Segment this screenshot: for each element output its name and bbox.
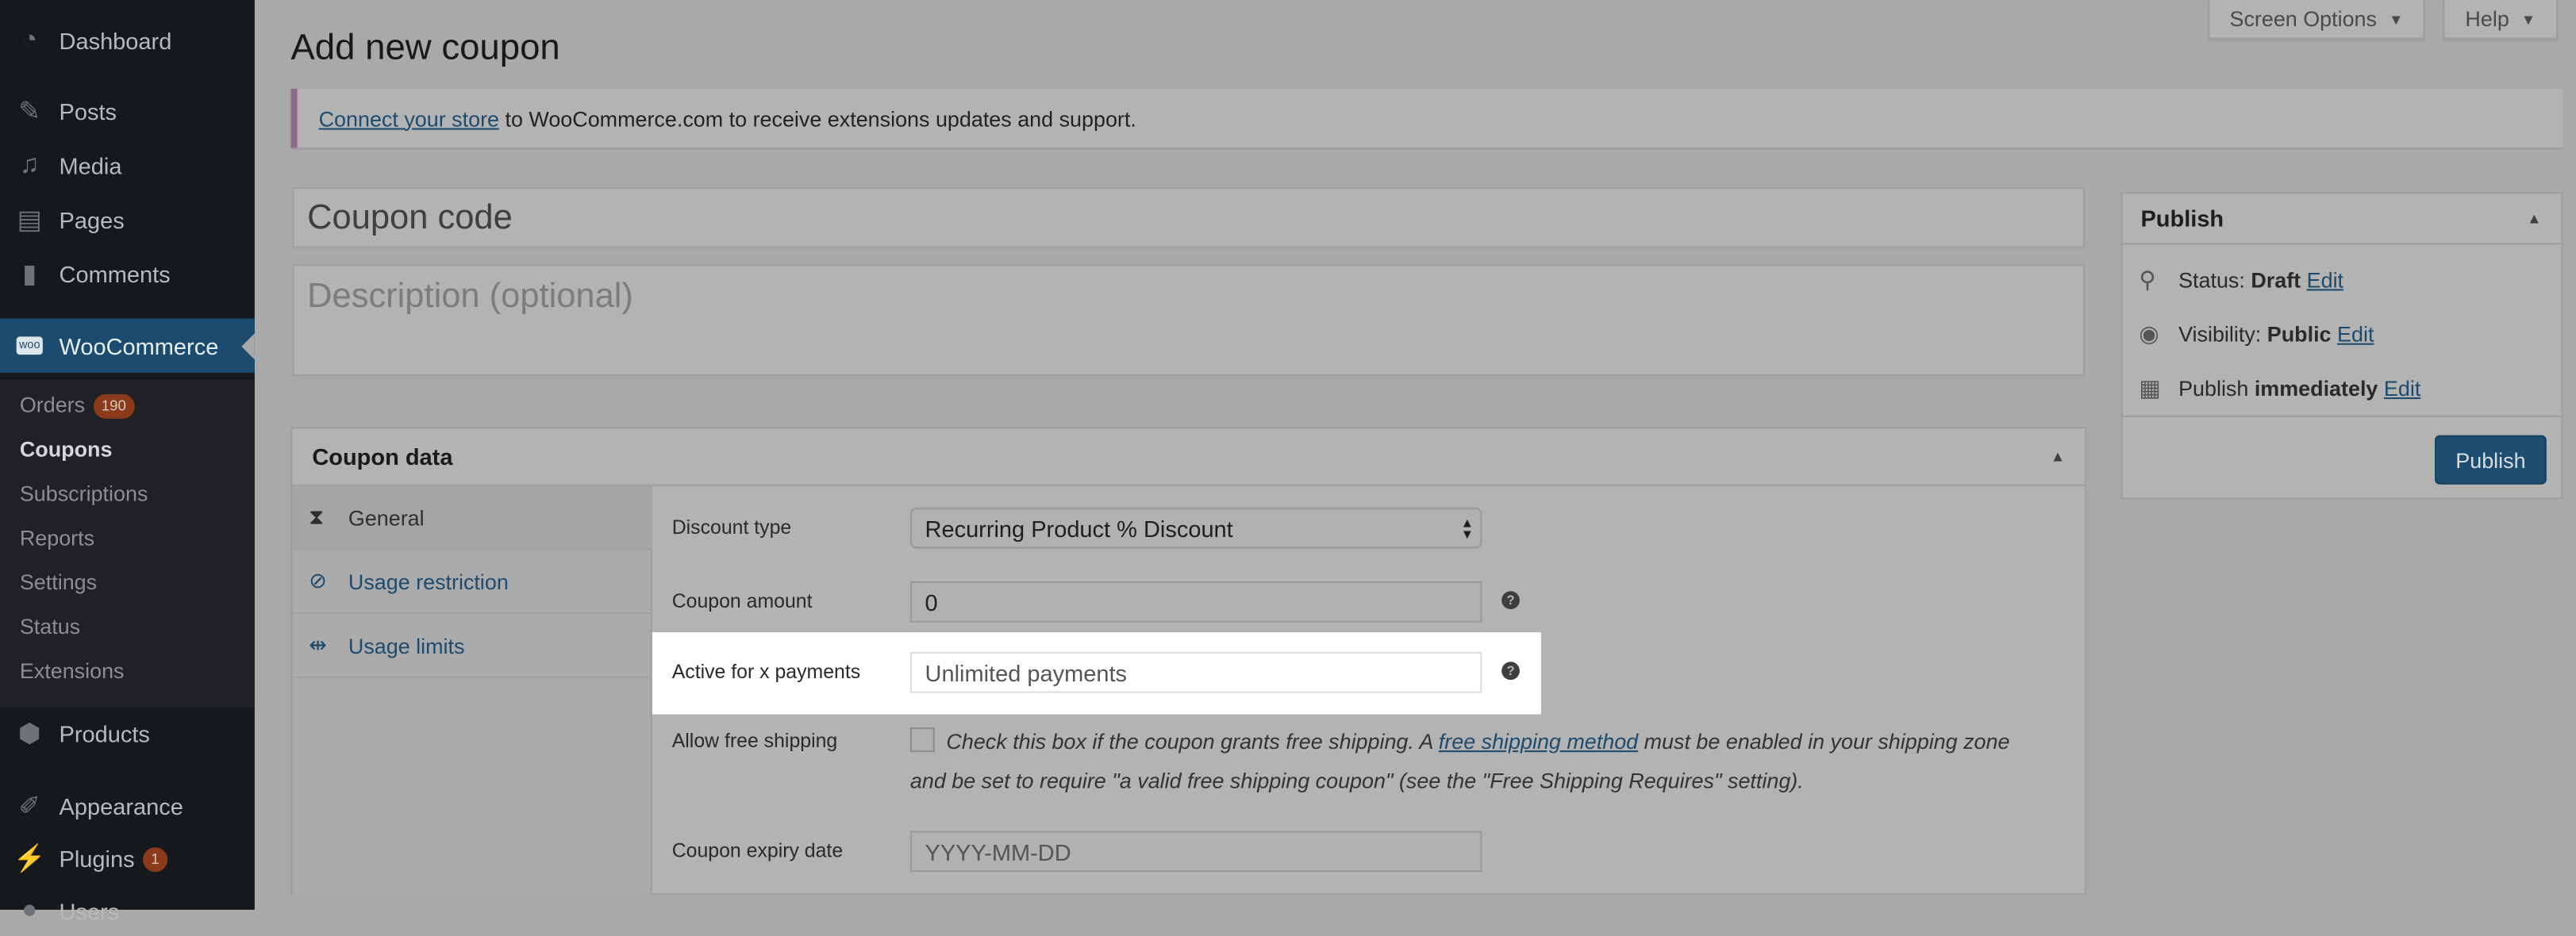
edit-status-link[interactable]: Edit: [2307, 267, 2343, 292]
edit-schedule-link[interactable]: Edit: [2384, 376, 2420, 401]
screen-options-button[interactable]: Screen Options ▼: [2208, 0, 2425, 40]
pin-icon: ✎: [18, 98, 41, 127]
submenu-settings[interactable]: Settings: [20, 566, 97, 599]
help-icon[interactable]: ?: [1501, 591, 1520, 610]
menu-dashboard[interactable]: ◔ Dashboard: [0, 17, 255, 66]
description-textarea[interactable]: Description (optional): [292, 264, 2086, 377]
edit-visibility-link[interactable]: Edit: [2337, 322, 2374, 347]
menu-products[interactable]: ⬢ Products: [0, 709, 255, 758]
admin-sidebar: ◔ Dashboard ✎ Posts ♫ Media ▤ Pages ▮ Comment…: [0, 0, 255, 925]
free-shipping-method-link[interactable]: free shipping method: [1439, 729, 1638, 754]
free-shipping-label: Allow free shipping: [671, 729, 838, 753]
expiry-date-label: Coupon expiry date: [671, 838, 844, 862]
active-payments-input[interactable]: Unlimited payments: [909, 651, 1482, 693]
schedule-row: ▦ Publish immediately Edit: [2139, 374, 2420, 402]
menu-woocommerce[interactable]: woo WooCommerce: [0, 318, 255, 373]
tab-general[interactable]: ⧗ General: [292, 485, 652, 550]
plugins-count-badge: 1: [142, 846, 168, 872]
plug-icon: ⚡: [13, 846, 46, 874]
comment-icon: ▮: [22, 261, 37, 290]
submenu-extensions[interactable]: Extensions: [20, 655, 125, 688]
discount-type-select[interactable]: Recurring Product % Discount ▲ ▼: [909, 507, 1482, 549]
coupon-data-header: Coupon data: [292, 428, 2086, 486]
woo-icon: woo: [0, 336, 60, 355]
active-payments-label: Active for x payments: [671, 660, 861, 684]
submenu-status[interactable]: Status: [20, 611, 80, 643]
ticket-icon: ⧗: [309, 504, 325, 529]
expiry-date-input[interactable]: YYYY-MM-DD: [909, 831, 1482, 873]
collapse-toggle-icon[interactable]: ▲: [2527, 210, 2541, 227]
dashboard-icon: ◔: [21, 26, 38, 55]
publish-header: Publish: [2122, 194, 2562, 245]
box-icon: ⬢: [17, 720, 41, 750]
woocommerce-submenu: Orders 190 Coupons Subscriptions Reports …: [0, 379, 255, 708]
free-shipping-description: Check this box if the coupon grants free…: [946, 729, 2010, 754]
caret-down-icon: ▼: [2520, 10, 2536, 28]
eye-icon: ◉: [2139, 320, 2159, 347]
user-icon: ●: [21, 896, 38, 925]
publish-button[interactable]: Publish: [2435, 435, 2547, 485]
free-shipping-checkbox[interactable]: [909, 727, 935, 753]
coupon-amount-input[interactable]: 0: [909, 581, 1482, 623]
orders-count-badge: 190: [93, 393, 135, 418]
prohibited-icon: ⊘: [309, 568, 327, 593]
menu-posts[interactable]: ✎ Posts: [0, 87, 255, 136]
media-icon: ♫: [19, 151, 40, 179]
brush-icon: ✐: [18, 792, 41, 822]
pages-icon: ▤: [17, 206, 42, 236]
menu-appearance[interactable]: ✐ Appearance: [0, 781, 255, 831]
connect-store-notice: Connect your store to WooCommerce.com to…: [290, 88, 2563, 148]
help-icon[interactable]: ?: [1501, 662, 1520, 681]
tab-usage-limits[interactable]: ⇹ Usage limits: [292, 614, 652, 678]
coupon-amount-label: Coupon amount: [671, 589, 813, 613]
tab-usage-restriction[interactable]: ⊘ Usage restriction: [292, 550, 652, 615]
calendar-icon: ▦: [2139, 374, 2161, 401]
submenu-reports[interactable]: Reports: [20, 522, 94, 554]
discount-type-label: Discount type: [671, 516, 792, 539]
select-arrows-icon: ▲ ▼: [1460, 515, 1474, 542]
limits-icon: ⇹: [309, 632, 327, 658]
menu-comments[interactable]: ▮ Comments: [0, 250, 255, 299]
coupon-data-tabs: ⧗ General ⊘ Usage restriction ⇹ Usage limit…: [292, 485, 652, 896]
divider: [2122, 415, 2562, 417]
help-button[interactable]: Help ▼: [2443, 0, 2559, 40]
free-shipping-description-2: and be set to require "a valid free ship…: [909, 768, 1804, 793]
page-title: Add new coupon: [290, 26, 560, 67]
pin-icon: ⚲: [2139, 266, 2156, 293]
menu-plugins[interactable]: ⚡ Plugins 1: [0, 834, 255, 884]
collapse-toggle-icon[interactable]: ▲: [2051, 448, 2065, 465]
coupon-code-input[interactable]: Coupon code: [292, 187, 2086, 248]
publish-box: Publish ▲ ⚲ Status: Draft Edit ◉ Visibilit…: [2120, 192, 2563, 500]
visibility-row: ◉ Visibility: Public Edit: [2139, 320, 2374, 348]
status-row: ⚲ Status: Draft Edit: [2139, 266, 2343, 293]
menu-users[interactable]: ● Users: [0, 887, 255, 936]
connect-store-link[interactable]: Connect your store: [319, 106, 499, 131]
submenu-orders[interactable]: Orders 190: [20, 389, 135, 422]
submenu-coupons[interactable]: Coupons: [20, 434, 113, 466]
caret-down-icon: ▼: [2388, 10, 2404, 28]
menu-media[interactable]: ♫ Media: [0, 141, 255, 190]
submenu-subscriptions[interactable]: Subscriptions: [20, 478, 148, 510]
menu-pages[interactable]: ▤ Pages: [0, 195, 255, 244]
coupon-data-panel: Coupon data ▲ ⧗ General ⊘ Usage restrictio…: [290, 427, 2087, 896]
